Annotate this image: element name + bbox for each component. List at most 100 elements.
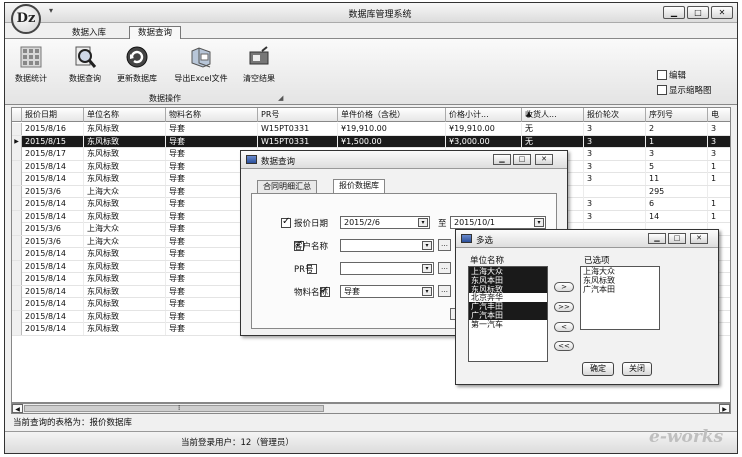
selected-list-item[interactable]: 广汽本田 (581, 285, 659, 294)
header-col-quote-date[interactable]: 报价日期 (22, 108, 84, 122)
pr-combo[interactable]: ▾ (340, 262, 434, 275)
tab-quote-database[interactable]: 报价数据库 (333, 179, 385, 193)
cell-extra[interactable]: 3 (708, 123, 730, 135)
show-thumbnail-checkbox-box[interactable] (657, 85, 667, 95)
cell-company[interactable]: 东风标致 (84, 248, 166, 260)
date-to-dropdown-icon[interactable]: ▾ (534, 218, 544, 227)
cell-quote-date[interactable]: 2015/8/14 (22, 273, 84, 285)
cell-serial[interactable]: 1 (646, 135, 708, 148)
cell-company[interactable]: 东风标致 (84, 173, 166, 185)
close-button[interactable]: ✕ (711, 6, 733, 19)
row-header[interactable] (12, 185, 22, 198)
row-header[interactable] (12, 273, 22, 285)
cell-extra[interactable]: 1 (708, 161, 730, 173)
cell-serial[interactable]: 2 (646, 123, 708, 135)
date-to-picker[interactable]: 2015/10/1 ▾ (450, 216, 546, 229)
cell-quote-round[interactable]: 3 (584, 135, 646, 148)
cell-company[interactable]: 东风标致 (84, 135, 166, 148)
show-thumbnail-checkbox[interactable]: 显示缩略图 (657, 84, 712, 96)
row-header[interactable] (12, 160, 22, 173)
cell-material[interactable]: 导套 (166, 123, 258, 135)
date-filter-checkbox[interactable] (281, 216, 291, 228)
tab-data-import[interactable]: 数据入库 (63, 26, 115, 39)
horizontal-scrollbar[interactable]: ◀ ⁞ ▶ (11, 403, 731, 414)
cell-extra[interactable]: 1 (708, 173, 730, 185)
available-list-item[interactable]: 北京奔华 (469, 293, 547, 302)
available-list-item[interactable]: 上海大众 (469, 267, 547, 276)
query-button[interactable]: 数据查询 (65, 43, 105, 93)
header-col-material[interactable]: 物料名称 (166, 108, 258, 122)
row-header[interactable] (12, 248, 22, 260)
cell-quote-date[interactable]: 2015/8/14 (22, 310, 84, 323)
cell-quote-date[interactable]: 2015/8/14 (22, 285, 84, 298)
row-header[interactable] (12, 310, 22, 323)
cell-extra[interactable]: 1 (708, 198, 730, 210)
table-row[interactable]: ▶ 2015/8/15 东风标致 导套 W15PT0331 ¥1,500.00 ¥3,000… (12, 135, 730, 148)
cell-receiver[interactable]: 无 (522, 135, 584, 148)
header-col-subtotal[interactable]: 价格小计... (446, 108, 522, 122)
cell-company[interactable]: 东风标致 (84, 260, 166, 273)
cell-quote-date[interactable]: 2015/8/14 (22, 323, 84, 335)
cell-company[interactable]: 上海大众 (84, 235, 166, 248)
remove-all-button[interactable]: << (554, 341, 574, 351)
cell-extra[interactable] (708, 186, 730, 198)
cell-quote-date[interactable]: 2015/8/15 (22, 135, 84, 148)
clear-results-button[interactable]: 清空结果 (237, 43, 281, 93)
selected-listbox[interactable]: 上海大众 东风标致 广汽本田 (580, 266, 660, 330)
add-selected-button[interactable]: > (554, 282, 574, 292)
cell-quote-round[interactable] (584, 185, 646, 198)
cell-serial[interactable]: 5 (646, 160, 708, 173)
cell-quote-date[interactable]: 2015/8/14 (22, 160, 84, 173)
quick-access-dropdown-icon[interactable]: ▾ (49, 6, 53, 15)
cell-quote-date[interactable]: 2015/3/6 (22, 185, 84, 198)
edit-checkbox[interactable]: 编辑 (657, 69, 686, 81)
maximize-button[interactable]: □ (687, 6, 709, 19)
cell-quote-round[interactable]: 3 (584, 210, 646, 223)
cell-subtotal[interactable]: ¥19,910.00 (446, 123, 522, 135)
available-list-item[interactable]: 第一汽车 (469, 320, 547, 329)
cell-serial[interactable]: 3 (646, 148, 708, 160)
available-list-item[interactable]: 广汽丰田 (469, 302, 547, 311)
header-col-serial[interactable]: 序列号 (646, 108, 708, 122)
row-header[interactable] (12, 260, 22, 273)
cell-quote-date[interactable]: 2015/3/6 (22, 223, 84, 235)
group-launcher-icon[interactable]: ◢ (278, 94, 283, 102)
row-header[interactable] (12, 148, 22, 160)
cell-unit-price[interactable]: ¥19,910.00 (338, 123, 446, 135)
row-header[interactable] (12, 298, 22, 310)
cell-quote-round[interactable]: 3 (584, 173, 646, 185)
cell-material[interactable]: 导套 (166, 135, 258, 148)
cell-company[interactable]: 东风标致 (84, 210, 166, 223)
row-header[interactable] (12, 323, 22, 335)
cell-subtotal[interactable]: ¥3,000.00 (446, 135, 522, 148)
cell-company[interactable]: 上海大众 (84, 223, 166, 235)
cell-pr-number[interactable]: W15PT0331 (258, 123, 338, 135)
row-header[interactable] (12, 285, 22, 298)
sort-ascending-icon[interactable]: ▲ (526, 110, 531, 118)
cell-quote-round[interactable]: 3 (584, 198, 646, 210)
header-col-company[interactable]: 单位名称 (84, 108, 166, 122)
remove-selected-button[interactable]: < (554, 322, 574, 332)
cell-quote-round[interactable]: 3 (584, 123, 646, 135)
available-list-item[interactable]: 东风本田 (469, 275, 547, 285)
cell-quote-round[interactable]: 3 (584, 148, 646, 160)
scroll-left-icon[interactable]: ◀ (12, 404, 23, 413)
cell-company[interactable]: 东风标致 (84, 160, 166, 173)
cell-quote-date[interactable]: 2015/8/14 (22, 260, 84, 273)
edit-checkbox-box[interactable] (657, 70, 667, 80)
header-col-pr-number[interactable]: PR号 (258, 108, 338, 122)
row-header[interactable] (12, 235, 22, 248)
customer-combo[interactable]: ▾ (340, 239, 434, 252)
material-combo[interactable]: 导套 ▾ (340, 285, 434, 298)
add-all-button[interactable]: >> (554, 302, 574, 312)
cell-receiver[interactable]: 无 (522, 123, 584, 135)
material-browse-button[interactable]: … (438, 285, 451, 297)
row-header[interactable] (12, 223, 22, 235)
cell-serial[interactable]: 11 (646, 173, 708, 185)
cell-quote-round[interactable]: 3 (584, 160, 646, 173)
cell-quote-date[interactable]: 2015/8/14 (22, 198, 84, 210)
multi-dialog-minimize-button[interactable]: ▁ (648, 233, 666, 244)
cell-quote-date[interactable]: 2015/8/16 (22, 123, 84, 135)
material-dropdown-icon[interactable]: ▾ (422, 287, 432, 296)
cell-quote-date[interactable]: 2015/8/14 (22, 210, 84, 223)
